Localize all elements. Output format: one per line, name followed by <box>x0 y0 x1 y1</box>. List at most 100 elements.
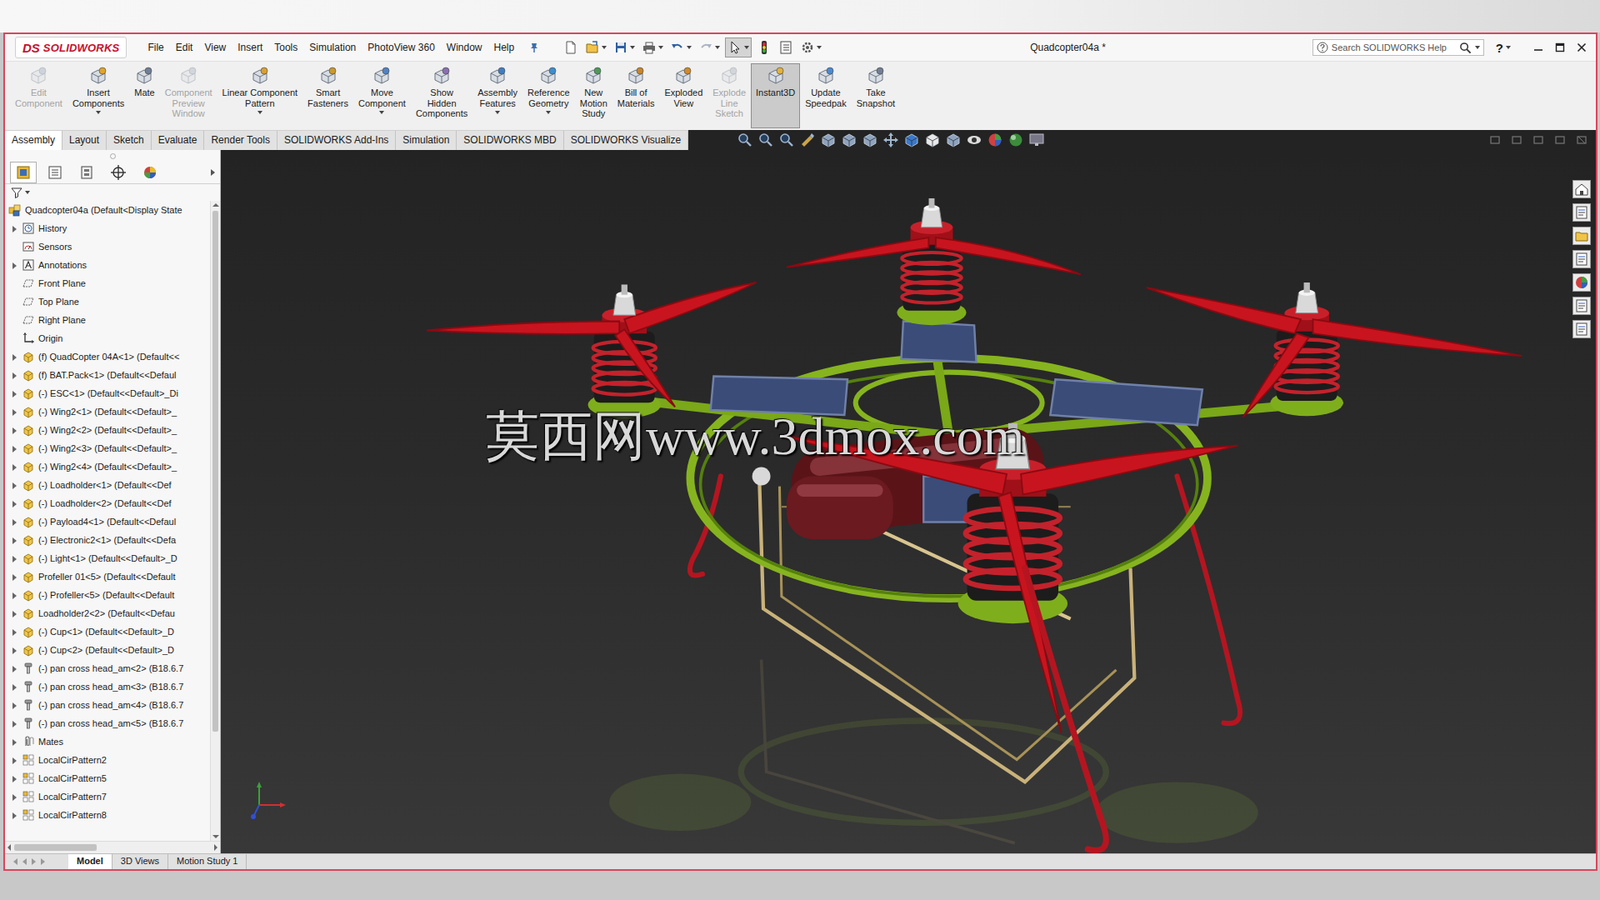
home-icon[interactable] <box>1572 180 1591 199</box>
expander-icon[interactable] <box>10 444 19 453</box>
tree-item[interactable]: (-) Cup<1> (Default<<Default>_D <box>5 622 210 641</box>
expander-icon[interactable] <box>10 737 19 746</box>
tree-item[interactable]: (-) Wing2<2> (Default<<Default>_ <box>5 420 210 440</box>
command-button[interactable]: ReferenceGeometry <box>522 63 575 129</box>
panel-tab-icon[interactable] <box>41 161 69 184</box>
quick-button[interactable] <box>640 38 665 57</box>
mag-icon[interactable] <box>778 131 795 149</box>
panel-tab-icon[interactable] <box>105 161 132 184</box>
monitor-icon[interactable] <box>1028 131 1045 149</box>
menu-item[interactable]: View <box>198 40 232 55</box>
command-button[interactable]: InsertComponents <box>67 63 130 129</box>
expander-icon[interactable] <box>10 554 19 563</box>
solidworks-logo[interactable]: DSSOLIDWORKS <box>15 36 127 59</box>
quadcopter-model[interactable] <box>220 150 1596 854</box>
menu-item[interactable]: File <box>141 40 170 55</box>
quick-button[interactable] <box>583 38 609 57</box>
mag-icon[interactable] <box>757 131 775 149</box>
tree-item[interactable]: (-) Loadholder<1> (Default<<Def <box>5 475 210 495</box>
tree-item[interactable]: (-) pan cross head_am<2> (B18.6.7 <box>5 659 210 678</box>
dropdown-caret-icon[interactable] <box>257 110 263 115</box>
panel-tab-icon[interactable] <box>10 161 37 184</box>
close-icon[interactable] <box>1575 41 1588 54</box>
expander-icon[interactable] <box>10 224 19 233</box>
tree-item[interactable]: (f) QuadCopter 04A<1> (Default<< <box>5 347 210 366</box>
quick-button[interactable] <box>725 37 752 58</box>
menu-item[interactable]: Simulation <box>303 40 362 55</box>
panel-tab-icon[interactable] <box>73 161 100 184</box>
expander-icon[interactable] <box>10 664 19 673</box>
tree-item[interactable]: LocalCirPattern2 <box>5 750 210 770</box>
tree-item[interactable]: LocalCirPattern5 <box>5 769 210 788</box>
dropdown-caret-icon[interactable] <box>379 110 385 115</box>
tree-item[interactable]: (-) pan cross head_am<4> (B18.6.7 <box>5 695 210 715</box>
quick-button[interactable] <box>668 38 694 57</box>
cube-white-icon[interactable] <box>924 131 941 149</box>
command-button[interactable]: ExplodedView <box>659 63 708 129</box>
viewport-control-icon[interactable] <box>1489 134 1501 146</box>
expander-icon[interactable] <box>10 609 19 618</box>
command-button[interactable]: Bill ofMaterials <box>612 63 660 129</box>
command-button[interactable]: TakeSnapshot <box>851 63 900 129</box>
menu-item[interactable]: PhotoView 360 <box>361 40 441 55</box>
viewport-control-icon[interactable] <box>1532 134 1545 146</box>
quick-button[interactable] <box>561 38 580 57</box>
forum-icon[interactable] <box>1572 320 1591 339</box>
parts-icon[interactable] <box>1572 203 1591 222</box>
expander-icon[interactable] <box>10 645 19 655</box>
scroll-up-icon[interactable] <box>212 203 220 207</box>
maximize-icon[interactable] <box>1554 41 1566 54</box>
expander-icon[interactable] <box>10 535 19 545</box>
command-tab[interactable]: Sketch <box>106 130 152 150</box>
command-tab[interactable]: Assembly <box>5 130 63 150</box>
tree-item[interactable]: (-) Cup<2> (Default<<Default>_D <box>5 640 210 660</box>
tree-item[interactable]: (-) Wing2<3> (Default<<Default>_ <box>5 439 210 458</box>
expander-icon[interactable] <box>10 792 19 801</box>
panel-tab-icon[interactable] <box>136 161 164 184</box>
cube-icon[interactable] <box>820 131 837 149</box>
dropdown-caret-icon[interactable] <box>495 110 500 115</box>
tree-item[interactable]: Profeller 01<5> (Default<<Default <box>5 567 210 586</box>
tree-item[interactable]: Sensors <box>5 237 210 256</box>
expander-icon[interactable] <box>10 810 19 820</box>
command-button[interactable]: AssemblyFeatures <box>472 63 523 129</box>
folder-icon[interactable] <box>1572 226 1591 245</box>
command-button[interactable]: UpdateSpeedpak <box>800 63 852 129</box>
expander-icon[interactable] <box>10 774 19 783</box>
cube-icon[interactable] <box>840 131 858 149</box>
tree-item[interactable]: Front Plane <box>5 274 210 293</box>
expander-icon[interactable] <box>10 352 19 361</box>
tree-item[interactable]: (-) Wing2<4> (Default<<Default>_ <box>5 457 210 476</box>
menu-item[interactable]: Help <box>488 40 521 55</box>
panel-handle[interactable] <box>5 150 220 162</box>
expander-icon[interactable] <box>10 755 19 765</box>
sphere2-icon[interactable] <box>1007 131 1025 149</box>
expander-icon[interactable] <box>10 389 19 398</box>
command-tab[interactable]: Evaluate <box>151 130 205 150</box>
scroll-thumb[interactable] <box>212 210 219 732</box>
tree-item[interactable]: (-) Wing2<1> (Default<<Default>_ <box>5 402 210 421</box>
command-tab[interactable]: Simulation <box>395 130 457 150</box>
command-tab[interactable]: Render Tools <box>204 130 278 150</box>
filter-icon[interactable] <box>10 185 24 200</box>
tool-icon[interactable] <box>799 131 816 149</box>
tree-item[interactable]: (-) pan cross head_am<5> (B18.6.7 <box>5 714 210 733</box>
expander-icon[interactable] <box>10 700 19 710</box>
cube-icon[interactable] <box>861 131 879 149</box>
cube-blue-icon[interactable] <box>903 131 920 149</box>
tree-item[interactable]: Loadholder2<2> (Default<<Defau <box>5 604 210 623</box>
previous-tab-icon[interactable] <box>22 858 27 865</box>
quick-button[interactable] <box>611 38 637 57</box>
expander-icon[interactable] <box>10 462 19 471</box>
command-tab[interactable]: SOLIDWORKS Add-Ins <box>277 130 396 150</box>
tree-item[interactable]: (-) Profeller<5> (Default<<Default <box>5 585 210 605</box>
quick-button[interactable] <box>798 38 824 57</box>
tree-item[interactable]: Origin <box>5 329 210 348</box>
minimize-icon[interactable] <box>1532 41 1545 54</box>
expander-icon[interactable] <box>10 572 19 581</box>
command-tab[interactable]: SOLIDWORKS Visualize <box>564 130 690 150</box>
tree-item[interactable]: (-) pan cross head_am<3> (B18.6.7 <box>5 677 210 696</box>
bottom-tab[interactable]: Motion Study 1 <box>168 854 247 870</box>
tree-item[interactable]: LocalCirPattern7 <box>5 787 210 806</box>
expander-icon[interactable] <box>10 682 19 691</box>
